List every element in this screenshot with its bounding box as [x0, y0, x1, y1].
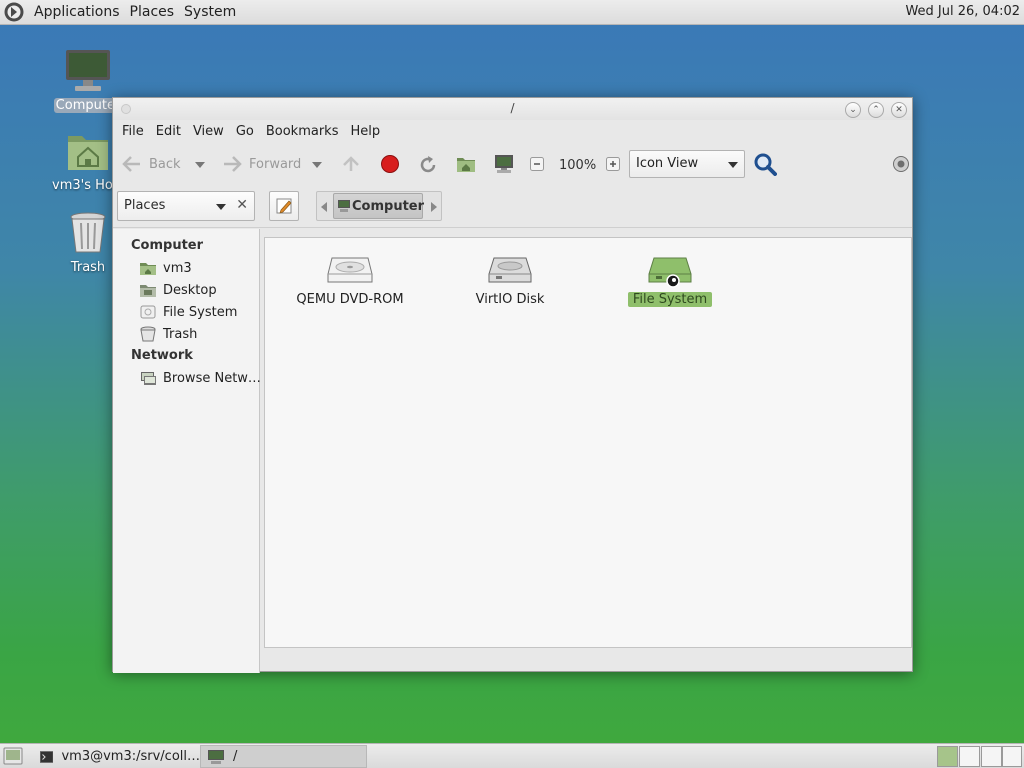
edit-pencil-icon	[276, 198, 292, 214]
workspace-3[interactable]	[981, 746, 1002, 767]
toolbar: Back Forward 100% Icon View	[113, 142, 912, 188]
sidebar-item-browse-network[interactable]: Browse Netw…	[139, 368, 261, 388]
menu-view[interactable]: View	[187, 124, 230, 139]
taskbar-item-label: /	[233, 749, 238, 764]
minimize-button[interactable]: ⌄	[845, 102, 861, 118]
location-bar: Places ✕ Computer	[113, 188, 912, 228]
close-button[interactable]: ✕	[891, 102, 907, 118]
taskbar-item-file-manager[interactable]: /	[200, 745, 367, 768]
sidebar-item-vm3[interactable]: vm3	[139, 258, 192, 278]
forward-label: Forward	[249, 156, 302, 172]
home-folder-icon	[140, 263, 156, 275]
menu-go[interactable]: Go	[230, 124, 260, 139]
trash-icon	[70, 212, 106, 253]
workspace-1[interactable]	[937, 746, 958, 767]
sidebar-item-file-system[interactable]: File System	[139, 302, 237, 322]
clock[interactable]: Wed Jul 26, 04:02	[905, 4, 1020, 19]
home-folder-icon	[68, 136, 108, 170]
sidebar-item-label: Desktop	[163, 282, 217, 298]
sidebar-item-label: Trash	[163, 326, 198, 342]
file-item-label: File System	[627, 292, 713, 307]
network-icon	[141, 372, 156, 385]
computer-icon	[338, 200, 350, 212]
chevron-down-icon	[216, 204, 226, 210]
workspace-2[interactable]	[959, 746, 980, 767]
menu-system[interactable]: System	[179, 4, 241, 20]
search-icon[interactable]	[753, 152, 777, 176]
close-sidebar-icon[interactable]: ✕	[236, 197, 248, 213]
sidebar-item-label: vm3	[163, 260, 192, 276]
taskbar-item-terminal[interactable]: vm3@vm3:/srv/coll…	[34, 745, 200, 768]
bottom-panel: vm3@vm3:/srv/coll… /	[0, 743, 1024, 768]
terminal-icon	[40, 750, 54, 763]
desktop-folder-icon	[140, 285, 156, 297]
taskbar-item-label: vm3@vm3:/srv/coll…	[61, 749, 200, 764]
forward-arrow-icon	[224, 156, 242, 172]
filesystem-drive-icon	[140, 305, 156, 319]
window-title: /	[510, 101, 515, 115]
menu-file[interactable]: File	[116, 124, 150, 139]
back-label: Back	[149, 156, 181, 172]
view-mode-select[interactable]: Icon View	[629, 150, 745, 178]
file-item-label: QEMU DVD-ROM	[296, 292, 404, 307]
home-icon[interactable]	[455, 154, 477, 174]
chevron-down-icon	[728, 162, 738, 168]
show-desktop-icon[interactable]	[3, 747, 23, 765]
file-item-label: VirtIO Disk	[475, 292, 545, 307]
breadcrumb: Computer	[316, 191, 442, 221]
reload-icon[interactable]	[417, 154, 439, 176]
desktop-icon-label: Trash	[70, 260, 106, 275]
stop-icon[interactable]	[380, 154, 400, 174]
filesystem-drive-icon	[648, 257, 692, 288]
sidebar-type-value: Places	[124, 198, 166, 213]
back-history-chevron-icon[interactable]	[195, 162, 205, 168]
places-sidebar: Computer vm3 Desktop File System Trash N…	[113, 229, 261, 673]
menu-applications[interactable]: Applications	[29, 4, 125, 20]
menu-help[interactable]: Help	[344, 124, 386, 139]
back-arrow-icon	[122, 156, 140, 172]
menu-edit[interactable]: Edit	[150, 124, 187, 139]
sidebar-section-network: Network	[131, 348, 193, 363]
optical-drive-icon	[327, 257, 373, 283]
top-panel: Applications Places System Wed Jul 26, 0…	[0, 0, 1024, 25]
forward-history-chevron-icon[interactable]	[312, 162, 322, 168]
file-view[interactable]: QEMU DVD-ROM VirtIO Disk File System	[264, 237, 912, 648]
window-titlebar[interactable]: / ⌄ ⌃ ✕	[113, 98, 912, 120]
distro-logo-icon[interactable]	[3, 1, 25, 23]
zoom-in-icon[interactable]	[606, 157, 620, 171]
hard-disk-icon	[488, 257, 532, 283]
sidebar-item-label: File System	[163, 304, 238, 320]
sidebar-item-label: Browse Netw…	[163, 370, 261, 386]
breadcrumb-label: Computer	[352, 199, 425, 214]
workspace-4[interactable]	[1002, 746, 1022, 767]
trash-icon	[140, 326, 156, 342]
computer-icon	[208, 749, 224, 764]
file-manager-window: / ⌄ ⌃ ✕ File Edit View Go Bookmarks Help…	[112, 97, 913, 673]
chevron-right-icon[interactable]	[431, 202, 437, 212]
menu-bookmarks[interactable]: Bookmarks	[260, 124, 345, 139]
file-item-file-system[interactable]: File System	[595, 254, 745, 307]
view-mode-value: Icon View	[636, 156, 699, 171]
activity-spinner-icon	[893, 156, 909, 172]
back-button[interactable]: Back	[121, 154, 181, 174]
sidebar-item-trash[interactable]: Trash	[139, 324, 197, 344]
file-item-virtio-disk[interactable]: VirtIO Disk	[435, 254, 585, 307]
computer-icon[interactable]	[493, 153, 515, 175]
forward-button[interactable]: Forward	[221, 154, 301, 174]
menu-places[interactable]: Places	[125, 4, 180, 20]
toggle-location-entry-button[interactable]	[269, 191, 299, 221]
up-arrow-icon[interactable]	[341, 154, 361, 174]
chevron-left-icon[interactable]	[321, 202, 327, 212]
sidebar-type-select[interactable]: Places ✕	[117, 191, 255, 221]
menubar: File Edit View Go Bookmarks Help	[113, 120, 912, 142]
maximize-button[interactable]: ⌃	[868, 102, 884, 118]
zoom-level[interactable]: 100%	[559, 158, 596, 173]
zoom-out-icon[interactable]	[530, 157, 544, 171]
status-bar	[264, 650, 912, 672]
sidebar-section-computer: Computer	[131, 238, 204, 253]
computer-monitor-icon	[66, 50, 110, 91]
breadcrumb-computer[interactable]: Computer	[333, 193, 425, 219]
file-item-qemu-dvd-rom[interactable]: QEMU DVD-ROM	[275, 254, 425, 307]
sidebar-item-desktop[interactable]: Desktop	[139, 280, 217, 300]
